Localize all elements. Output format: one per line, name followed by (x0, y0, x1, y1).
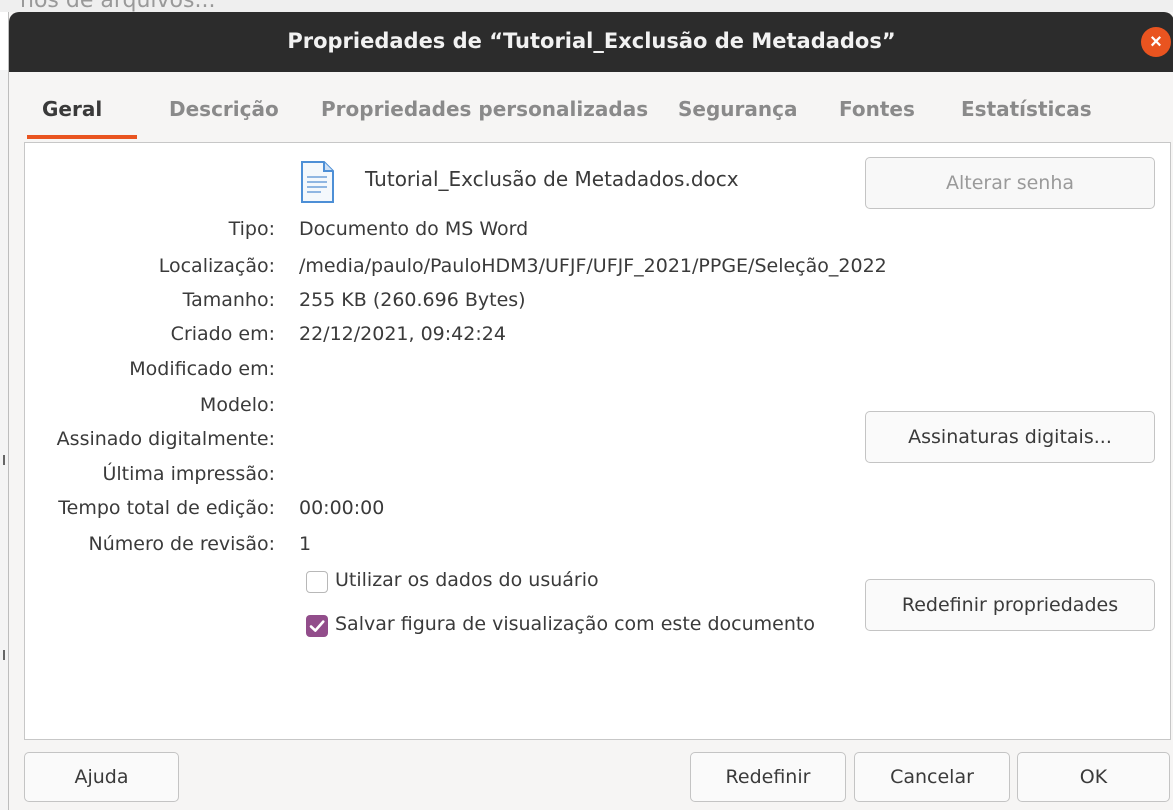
tab-geral[interactable]: Geral (42, 97, 102, 121)
ok-button[interactable]: OK (1017, 752, 1170, 802)
cancel-button[interactable]: Cancelar (854, 752, 1010, 802)
reset-button[interactable]: Redefinir (690, 752, 846, 802)
change-password-button[interactable]: Alterar senha (865, 157, 1155, 209)
properties-dialog: Propriedades de “Tutorial_Exclusão de Me… (8, 12, 1173, 810)
close-button[interactable]: × (1141, 27, 1171, 57)
checkmark-icon (309, 620, 325, 632)
background-partial-text: nos de arquivos... (20, 0, 215, 12)
tab-seguranca[interactable]: Segurança (678, 97, 797, 121)
use-user-data-label: Utilizar os dados do usuário (335, 569, 599, 591)
document-icon (301, 161, 334, 203)
tab-estatisticas[interactable]: Estatísticas (961, 97, 1092, 121)
field-label-signed: Assinado digitalmente: (56, 428, 275, 450)
title-bar: Propriedades de “Tutorial_Exclusão de Me… (9, 12, 1173, 72)
general-panel: Tutorial_Exclusão de Metadados.docx Alte… (24, 142, 1171, 740)
use-user-data-checkbox[interactable] (306, 571, 328, 593)
field-label-last-printed: Última impressão: (102, 463, 275, 485)
close-icon: × (1150, 31, 1162, 53)
active-tab-indicator (27, 135, 137, 139)
tab-descricao[interactable]: Descrição (169, 97, 279, 121)
field-value-size: 255 KB (260.696 Bytes) (299, 289, 526, 311)
field-label-type: Tipo: (228, 218, 275, 240)
background-window-text: nos de arquivos... (0, 0, 1173, 12)
field-value-type: Documento do MS Word (299, 218, 529, 240)
save-preview-label: Salvar figura de visualização com este d… (335, 613, 815, 635)
save-preview-checkbox[interactable] (306, 615, 328, 637)
reset-properties-button[interactable]: Redefinir propriedades (865, 579, 1155, 631)
field-label-created: Criado em: (170, 323, 275, 345)
field-label-modified: Modificado em: (129, 358, 275, 380)
field-label-location: Localização: (158, 255, 275, 277)
digital-signatures-button[interactable]: Assinaturas digitais... (865, 411, 1155, 463)
field-label-size: Tamanho: (182, 289, 275, 311)
field-value-revision: 1 (299, 533, 312, 555)
tab-propriedades-personalizadas[interactable]: Propriedades personalizadas (321, 97, 648, 121)
file-name: Tutorial_Exclusão de Metadados.docx (365, 167, 739, 191)
field-label-editing-time: Tempo total de edição: (58, 497, 275, 519)
tab-fontes[interactable]: Fontes (839, 97, 915, 121)
field-value-location: /media/paulo/PauloHDM3/UFJF/UFJF_2021/PP… (299, 255, 887, 277)
field-value-editing-time: 00:00:00 (299, 497, 385, 519)
field-value-created: 22/12/2021, 09:42:24 (299, 323, 506, 345)
field-label-revision: Número de revisão: (88, 533, 275, 555)
help-button[interactable]: Ajuda (24, 752, 179, 802)
window-title: Propriedades de “Tutorial_Exclusão de Me… (287, 29, 896, 53)
tab-bar: Geral Descrição Propriedades personaliza… (9, 72, 1173, 142)
field-label-template: Modelo: (199, 394, 275, 416)
